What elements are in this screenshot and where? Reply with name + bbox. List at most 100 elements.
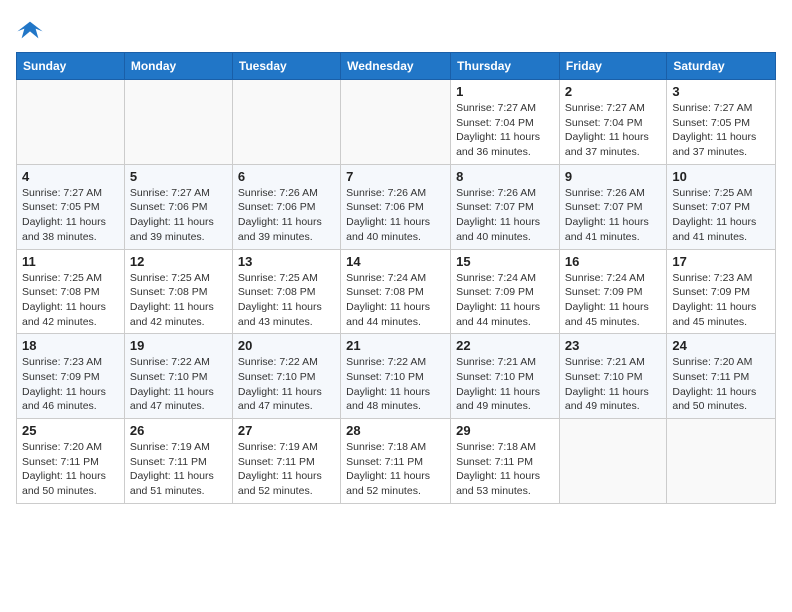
calendar-cell: 22 Sunrise: 7:21 AM Sunset: 7:10 PM Dayli…	[451, 334, 560, 419]
day-number: 5	[130, 169, 227, 184]
calendar-week-1: 1 Sunrise: 7:27 AM Sunset: 7:04 PM Daylig…	[17, 80, 776, 165]
day-number: 9	[565, 169, 661, 184]
calendar-cell: 9 Sunrise: 7:26 AM Sunset: 7:07 PM Daylig…	[559, 164, 666, 249]
day-info: Sunrise: 7:22 AM Sunset: 7:10 PM Dayligh…	[238, 355, 335, 414]
calendar-cell	[17, 80, 125, 165]
calendar-cell	[667, 419, 776, 504]
day-number: 28	[346, 423, 445, 438]
calendar-cell: 18 Sunrise: 7:23 AM Sunset: 7:09 PM Dayli…	[17, 334, 125, 419]
day-number: 10	[672, 169, 770, 184]
day-number: 20	[238, 338, 335, 353]
day-info: Sunrise: 7:25 AM Sunset: 7:07 PM Dayligh…	[672, 186, 770, 245]
day-number: 6	[238, 169, 335, 184]
header-saturday: Saturday	[667, 53, 776, 80]
day-number: 4	[22, 169, 119, 184]
day-info: Sunrise: 7:26 AM Sunset: 7:06 PM Dayligh…	[346, 186, 445, 245]
day-info: Sunrise: 7:27 AM Sunset: 7:04 PM Dayligh…	[565, 101, 661, 160]
day-info: Sunrise: 7:22 AM Sunset: 7:10 PM Dayligh…	[130, 355, 227, 414]
calendar-cell: 1 Sunrise: 7:27 AM Sunset: 7:04 PM Daylig…	[451, 80, 560, 165]
day-info: Sunrise: 7:22 AM Sunset: 7:10 PM Dayligh…	[346, 355, 445, 414]
day-info: Sunrise: 7:25 AM Sunset: 7:08 PM Dayligh…	[130, 271, 227, 330]
calendar-cell: 5 Sunrise: 7:27 AM Sunset: 7:06 PM Daylig…	[124, 164, 232, 249]
calendar-cell: 3 Sunrise: 7:27 AM Sunset: 7:05 PM Daylig…	[667, 80, 776, 165]
day-number: 14	[346, 254, 445, 269]
day-number: 1	[456, 84, 554, 99]
calendar-week-3: 11Sunrise: 7:25 AM Sunset: 7:08 PM Dayli…	[17, 249, 776, 334]
day-info: Sunrise: 7:21 AM Sunset: 7:10 PM Dayligh…	[565, 355, 661, 414]
day-info: Sunrise: 7:27 AM Sunset: 7:04 PM Dayligh…	[456, 101, 554, 160]
day-info: Sunrise: 7:18 AM Sunset: 7:11 PM Dayligh…	[346, 440, 445, 499]
calendar-cell	[124, 80, 232, 165]
calendar-cell: 13 Sunrise: 7:25 AM Sunset: 7:08 PM Dayli…	[232, 249, 340, 334]
day-info: Sunrise: 7:25 AM Sunset: 7:08 PM Dayligh…	[22, 271, 119, 330]
day-number: 16	[565, 254, 661, 269]
day-number: 21	[346, 338, 445, 353]
calendar-cell: 7 Sunrise: 7:26 AM Sunset: 7:06 PM Daylig…	[341, 164, 451, 249]
day-number: 2	[565, 84, 661, 99]
calendar-cell: 26 Sunrise: 7:19 AM Sunset: 7:11 PM Dayli…	[124, 419, 232, 504]
day-number: 23	[565, 338, 661, 353]
day-number: 13	[238, 254, 335, 269]
calendar-cell: 23 Sunrise: 7:21 AM Sunset: 7:10 PM Dayli…	[559, 334, 666, 419]
header-sunday: Sunday	[17, 53, 125, 80]
day-number: 8	[456, 169, 554, 184]
day-number: 22	[456, 338, 554, 353]
day-number: 24	[672, 338, 770, 353]
day-info: Sunrise: 7:26 AM Sunset: 7:07 PM Dayligh…	[565, 186, 661, 245]
calendar-cell: 21 Sunrise: 7:22 AM Sunset: 7:10 PM Dayli…	[341, 334, 451, 419]
day-info: Sunrise: 7:24 AM Sunset: 7:08 PM Dayligh…	[346, 271, 445, 330]
calendar-cell: 20 Sunrise: 7:22 AM Sunset: 7:10 PM Dayli…	[232, 334, 340, 419]
day-number: 15	[456, 254, 554, 269]
day-number: 29	[456, 423, 554, 438]
calendar-cell: 11Sunrise: 7:25 AM Sunset: 7:08 PM Dayli…	[17, 249, 125, 334]
day-number: 19	[130, 338, 227, 353]
calendar-cell: 4 Sunrise: 7:27 AM Sunset: 7:05 PM Daylig…	[17, 164, 125, 249]
day-info: Sunrise: 7:26 AM Sunset: 7:07 PM Dayligh…	[456, 186, 554, 245]
day-info: Sunrise: 7:19 AM Sunset: 7:11 PM Dayligh…	[130, 440, 227, 499]
day-info: Sunrise: 7:24 AM Sunset: 7:09 PM Dayligh…	[565, 271, 661, 330]
calendar-cell: 15 Sunrise: 7:24 AM Sunset: 7:09 PM Dayli…	[451, 249, 560, 334]
calendar-cell: 10 Sunrise: 7:25 AM Sunset: 7:07 PM Dayli…	[667, 164, 776, 249]
day-info: Sunrise: 7:21 AM Sunset: 7:10 PM Dayligh…	[456, 355, 554, 414]
header-friday: Friday	[559, 53, 666, 80]
day-info: Sunrise: 7:23 AM Sunset: 7:09 PM Dayligh…	[672, 271, 770, 330]
day-number: 27	[238, 423, 335, 438]
header-tuesday: Tuesday	[232, 53, 340, 80]
day-info: Sunrise: 7:27 AM Sunset: 7:06 PM Dayligh…	[130, 186, 227, 245]
day-number: 3	[672, 84, 770, 99]
calendar-cell: 27Sunrise: 7:19 AM Sunset: 7:11 PM Dayli…	[232, 419, 340, 504]
day-info: Sunrise: 7:27 AM Sunset: 7:05 PM Dayligh…	[672, 101, 770, 160]
calendar-cell: 29 Sunrise: 7:18 AM Sunset: 7:11 PM Dayli…	[451, 419, 560, 504]
header-wednesday: Wednesday	[341, 53, 451, 80]
day-info: Sunrise: 7:20 AM Sunset: 7:11 PM Dayligh…	[22, 440, 119, 499]
day-number: 17	[672, 254, 770, 269]
day-number: 26	[130, 423, 227, 438]
day-info: Sunrise: 7:25 AM Sunset: 7:08 PM Dayligh…	[238, 271, 335, 330]
calendar-cell	[559, 419, 666, 504]
calendar-cell: 25Sunrise: 7:20 AM Sunset: 7:11 PM Dayli…	[17, 419, 125, 504]
day-info: Sunrise: 7:24 AM Sunset: 7:09 PM Dayligh…	[456, 271, 554, 330]
calendar-week-2: 4 Sunrise: 7:27 AM Sunset: 7:05 PM Daylig…	[17, 164, 776, 249]
day-info: Sunrise: 7:26 AM Sunset: 7:06 PM Dayligh…	[238, 186, 335, 245]
day-info: Sunrise: 7:18 AM Sunset: 7:11 PM Dayligh…	[456, 440, 554, 499]
day-number: 12	[130, 254, 227, 269]
calendar-week-4: 18 Sunrise: 7:23 AM Sunset: 7:09 PM Dayli…	[17, 334, 776, 419]
calendar-header-row: SundayMondayTuesdayWednesdayThursdayFrid…	[17, 53, 776, 80]
day-info: Sunrise: 7:23 AM Sunset: 7:09 PM Dayligh…	[22, 355, 119, 414]
calendar-cell: 24 Sunrise: 7:20 AM Sunset: 7:11 PM Dayli…	[667, 334, 776, 419]
calendar-cell: 12 Sunrise: 7:25 AM Sunset: 7:08 PM Dayli…	[124, 249, 232, 334]
header-thursday: Thursday	[451, 53, 560, 80]
day-number: 18	[22, 338, 119, 353]
calendar-cell: 17 Sunrise: 7:23 AM Sunset: 7:09 PM Dayli…	[667, 249, 776, 334]
day-number: 7	[346, 169, 445, 184]
day-info: Sunrise: 7:27 AM Sunset: 7:05 PM Dayligh…	[22, 186, 119, 245]
calendar-cell: 28 Sunrise: 7:18 AM Sunset: 7:11 PM Dayli…	[341, 419, 451, 504]
calendar-cell: 8 Sunrise: 7:26 AM Sunset: 7:07 PM Daylig…	[451, 164, 560, 249]
calendar-cell	[232, 80, 340, 165]
page-header	[16, 16, 776, 44]
header-monday: Monday	[124, 53, 232, 80]
day-info: Sunrise: 7:20 AM Sunset: 7:11 PM Dayligh…	[672, 355, 770, 414]
calendar-cell: 14 Sunrise: 7:24 AM Sunset: 7:08 PM Dayli…	[341, 249, 451, 334]
calendar-cell: 19 Sunrise: 7:22 AM Sunset: 7:10 PM Dayli…	[124, 334, 232, 419]
calendar-cell: 6 Sunrise: 7:26 AM Sunset: 7:06 PM Daylig…	[232, 164, 340, 249]
